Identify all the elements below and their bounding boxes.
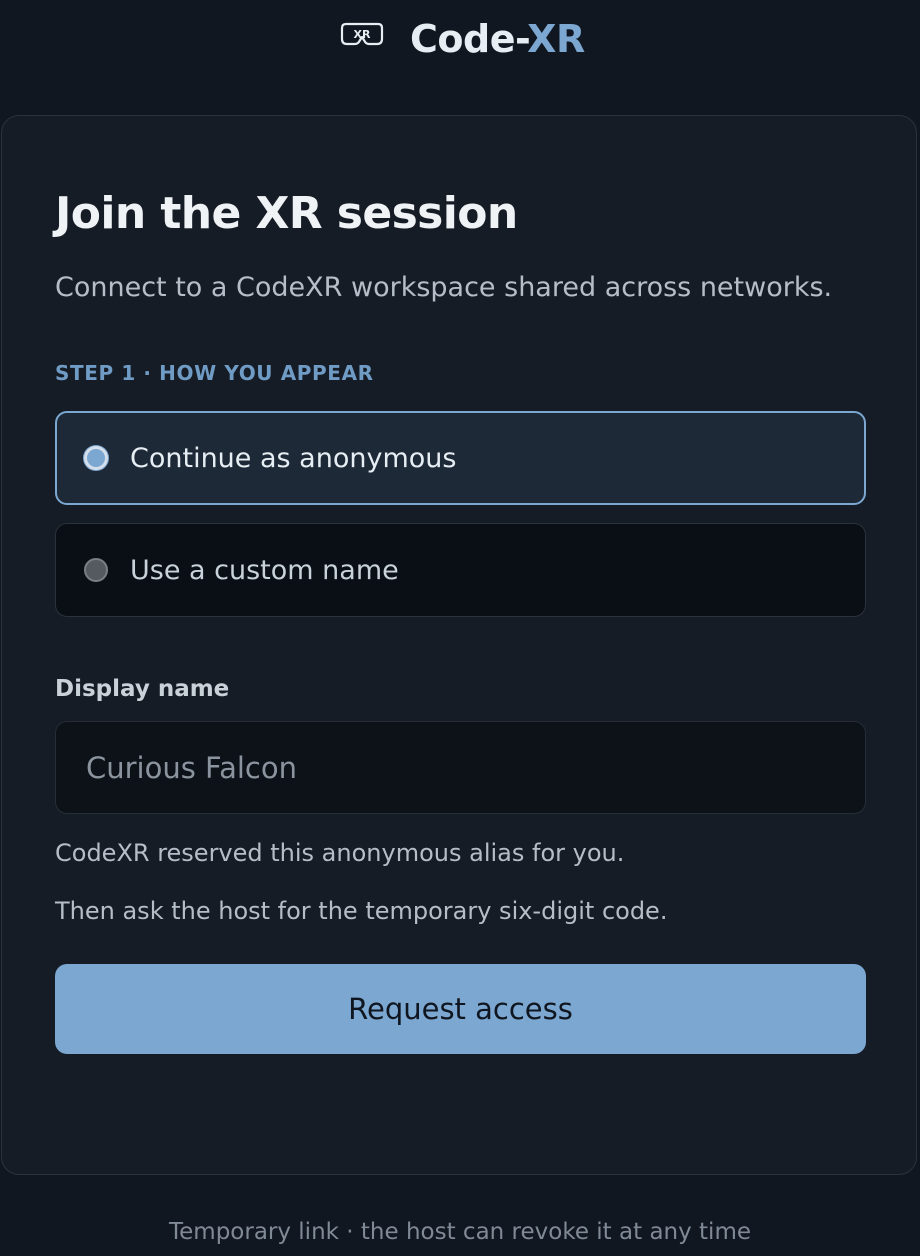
vr-headset-icon: XR <box>340 22 384 46</box>
page-title: Join the XR session <box>55 188 518 239</box>
brand-name-accent: XR <box>527 17 585 61</box>
option-anonymous[interactable]: Continue as anonymous <box>55 411 866 505</box>
alias-help-text: CodeXR reserved this anonymous alias for… <box>55 839 625 867</box>
option-custom-name-label: Use a custom name <box>130 555 399 586</box>
join-card: Join the XR session Connect to a CodeXR … <box>1 115 917 1175</box>
option-custom-name[interactable]: Use a custom name <box>55 523 866 617</box>
option-anonymous-label: Continue as anonymous <box>130 443 457 474</box>
display-name-field[interactable] <box>55 721 866 814</box>
brand-name: Code-XR <box>410 14 585 64</box>
request-access-button[interactable]: Request access <box>55 964 866 1054</box>
brand-name-primary: Code- <box>410 17 528 61</box>
code-help-text: Then ask the host for the temporary six-… <box>55 897 668 925</box>
app-header: XR Code-XR <box>0 0 920 80</box>
logo-icon-text: XR <box>354 28 371 41</box>
step-label: STEP 1 · HOW YOU APPEAR <box>55 361 374 385</box>
radio-unchecked-icon[interactable] <box>84 558 108 582</box>
page-subtitle: Connect to a CodeXR workspace shared acr… <box>55 272 833 303</box>
display-name-label: Display name <box>55 676 230 702</box>
radio-checked-icon[interactable] <box>84 446 108 470</box>
footer-note: Temporary link · the host can revoke it … <box>169 1219 751 1245</box>
